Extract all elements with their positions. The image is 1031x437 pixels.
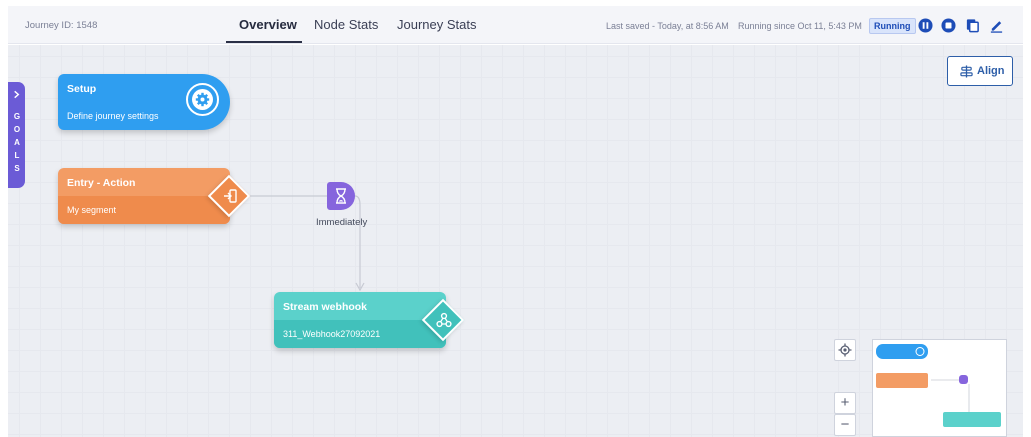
- tab-journey-stats[interactable]: Journey Stats: [397, 17, 477, 32]
- copy-icon[interactable]: [965, 18, 980, 33]
- webhook-icon: [436, 312, 452, 328]
- entry-title: Entry - Action: [67, 177, 136, 189]
- minimap-wait-node: [959, 375, 968, 384]
- setup-title: Setup: [67, 83, 97, 95]
- running-since-text: Running since Oct 11, 5:43 PM: [738, 21, 862, 31]
- active-tab-indicator: [226, 41, 302, 43]
- chevron-right-icon: [14, 90, 20, 99]
- setup-icon-ring: [186, 83, 219, 116]
- entry-subtitle: My segment: [67, 205, 117, 215]
- wait-node[interactable]: [327, 182, 355, 210]
- minimap-stream-node: [943, 412, 1001, 427]
- setup-subtitle: Define journey settings: [67, 111, 159, 121]
- goals-tab[interactable]: GOALS: [8, 82, 25, 188]
- center-view-button[interactable]: [834, 339, 856, 361]
- stop-icon[interactable]: [941, 18, 956, 33]
- wait-label: Immediately: [316, 217, 368, 228]
- stream-subtitle: 311_Webhook27092021: [283, 329, 381, 339]
- status-badge: Running: [869, 18, 916, 34]
- zoom-out-button[interactable]: −: [834, 414, 856, 436]
- align-button[interactable]: Align: [947, 56, 1013, 86]
- stream-webhook-node[interactable]: Stream webhook 311_Webhook27092021: [274, 292, 465, 348]
- setup-node[interactable]: Setup Define journey settings: [58, 74, 230, 130]
- pause-icon[interactable]: [918, 18, 933, 33]
- entry-action-node[interactable]: Entry - Action My segment: [58, 168, 251, 224]
- minimap-entry-node: [876, 373, 928, 388]
- top-bar: Journey ID: 1548 Overview Node Stats Jou…: [8, 6, 1023, 44]
- minimap-setup-node: [876, 344, 928, 359]
- minimap[interactable]: [872, 339, 1007, 437]
- hourglass-icon: [336, 188, 346, 204]
- locate-icon: [838, 343, 852, 357]
- tab-node-stats[interactable]: Node Stats: [314, 17, 378, 32]
- align-label: Align: [977, 65, 1005, 77]
- tab-overview[interactable]: Overview: [239, 17, 297, 32]
- goals-label: GOALS: [13, 112, 21, 173]
- minimap-preview: [876, 344, 1001, 427]
- connector-wait-stream: [354, 195, 361, 288]
- align-icon: [960, 65, 973, 78]
- journey-id: Journey ID: 1548: [25, 20, 98, 31]
- entry-icon: [224, 189, 237, 203]
- edit-icon[interactable]: [989, 18, 1004, 33]
- last-saved-text: Last saved - Today, at 8:56 AM: [606, 21, 729, 31]
- stream-title: Stream webhook: [283, 301, 368, 313]
- zoom-in-button[interactable]: +: [834, 392, 856, 414]
- gear-icon: [192, 89, 213, 110]
- journey-canvas[interactable]: GOALS Align Setup Define journey setting…: [8, 45, 1023, 437]
